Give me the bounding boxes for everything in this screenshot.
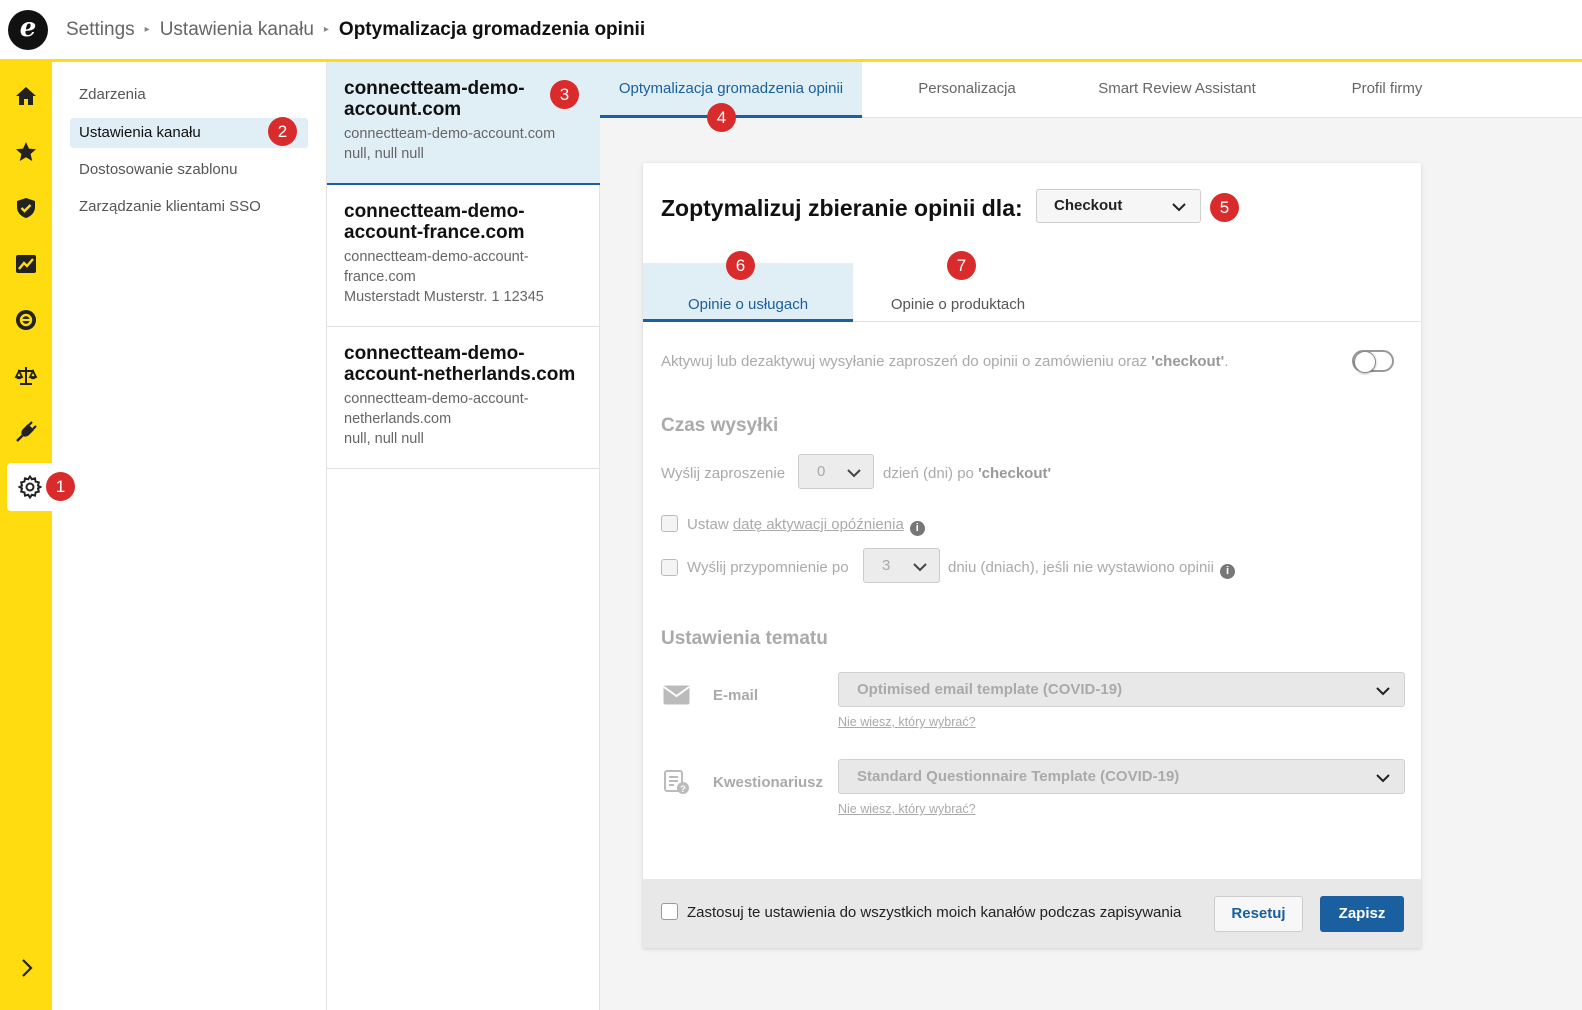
trusted-logo[interactable]: e <box>8 9 48 50</box>
send-after-text: dzień (dni) po 'checkout' <box>883 465 1052 482</box>
home-icon[interactable] <box>0 72 52 120</box>
chevron-down-icon <box>1376 774 1390 783</box>
chevron-down-icon <box>1376 687 1390 696</box>
plug-icon[interactable] <box>0 408 52 456</box>
reset-button[interactable]: Resetuj <box>1214 896 1303 932</box>
activation-text: Aktywuj lub dezaktywuj wysyłanie zaprosz… <box>661 353 1229 370</box>
channel-list: connectteam-demo-account.com connectteam… <box>327 62 600 1010</box>
settings-nav: Zdarzenia Ustawienia kanału Dostosowanie… <box>52 62 327 1010</box>
apply-all-checkbox[interactable] <box>661 903 678 920</box>
reminder-after-text: dniu (dniach), jeśli nie wystawiono opin… <box>948 559 1235 579</box>
chevron-down-icon <box>1172 203 1186 212</box>
delay-activation-label: Ustaw datę aktywacji opóźnienia i <box>687 516 925 536</box>
step-marker: 6 <box>726 251 755 280</box>
save-button[interactable]: Zapisz <box>1320 896 1404 932</box>
chart-icon[interactable] <box>0 240 52 288</box>
svg-text:?: ? <box>680 784 686 794</box>
star-icon[interactable] <box>0 128 52 176</box>
step-marker: 2 <box>268 117 297 146</box>
channel-name: connectteam-demo-account-france.com <box>344 201 525 243</box>
channel-address: Musterstadt Musterstr. 1 12345 <box>344 289 544 305</box>
channel-item[interactable]: connectteam-demo-account-netherlands.com… <box>327 327 600 469</box>
delay-activation-checkbox[interactable] <box>661 515 678 532</box>
email-label: E-mail <box>713 687 759 704</box>
send-time-heading: Czas wysyłki <box>661 415 779 436</box>
email-template-select[interactable]: Optimised email template (COVID-19) <box>838 672 1405 707</box>
card-title: Zoptymalizuj zbieranie opinii dla: <box>661 195 1023 221</box>
breadcrumb: Settings ▸ Ustawienia kanału ▸ Optymaliz… <box>66 19 645 41</box>
chevron-right-icon[interactable] <box>0 944 52 992</box>
breadcrumb-separator-icon: ▸ <box>144 24 150 35</box>
channel-name: connectteam-demo-account.com <box>344 78 525 120</box>
channel-name: connectteam-demo-account-netherlands.com <box>344 343 576 385</box>
activation-toggle[interactable] <box>1352 350 1394 373</box>
nav-item-sso[interactable]: Zarządzanie klientami SSO <box>70 192 308 222</box>
theme-settings-heading: Ustawienia tematu <box>661 628 828 649</box>
icon-rail <box>0 62 53 1010</box>
nav-item-events[interactable]: Zdarzenia <box>70 80 308 110</box>
channel-address: null, null null <box>344 146 424 162</box>
settings-tabs: Optymalizacja gromadzenia opinii Persona… <box>600 62 1582 118</box>
breadcrumb-current: Optymalizacja gromadzenia opinii <box>338 18 646 40</box>
trusted-logo-icon[interactable] <box>0 296 52 344</box>
questionnaire-template-select[interactable]: Standard Questionnaire Template (COVID-1… <box>838 759 1405 794</box>
info-icon[interactable]: i <box>909 521 925 536</box>
channel-item[interactable]: connectteam-demo-account-france.com conn… <box>327 185 600 327</box>
chevron-down-icon <box>913 563 927 572</box>
scales-icon[interactable] <box>0 352 52 400</box>
card-footer: Zastosuj te ustawienia do wszystkich moi… <box>643 879 1421 948</box>
reminder-checkbox[interactable] <box>661 559 678 576</box>
reminder-days-select[interactable]: 3 <box>863 548 940 583</box>
questionnaire-icon: ? <box>664 770 689 794</box>
step-marker: 1 <box>46 472 75 501</box>
channel-address: null, null null <box>344 431 424 447</box>
shield-icon[interactable] <box>0 184 52 232</box>
tab-company-profile[interactable]: Profil firmy <box>1282 62 1492 118</box>
email-icon <box>663 685 690 705</box>
tab-personalization[interactable]: Personalizacja <box>862 62 1072 118</box>
send-invitation-label: Wyślij zaproszenie <box>661 465 786 482</box>
apply-all-label: Zastosuj te ustawienia do wszystkich moi… <box>687 904 1182 921</box>
top-header: e Settings ▸ Ustawienia kanału ▸ Optymal… <box>0 0 1582 62</box>
breadcrumb-channel-settings[interactable]: Ustawienia kanału <box>160 19 314 41</box>
chevron-down-icon <box>847 469 861 478</box>
step-marker: 4 <box>707 103 736 132</box>
channel-url: connectteam-demo-account-netherlands.com <box>344 391 529 427</box>
review-type-tabs: Opinie o usługach Opinie o produktach <box>643 263 1421 322</box>
channel-url: connectteam-demo-account.com <box>344 126 556 142</box>
nav-item-template[interactable]: Dostosowanie szablonu <box>70 155 308 185</box>
breadcrumb-separator-icon: ▸ <box>323 24 329 35</box>
questionnaire-label: Kwestionariusz <box>713 774 824 791</box>
step-marker: 5 <box>1210 193 1239 222</box>
email-help-link[interactable]: Nie wiesz, który wybrać? <box>838 715 976 729</box>
tab-smart-review-assistant[interactable]: Smart Review Assistant <box>1072 62 1282 118</box>
optimization-card: Zoptymalizuj zbieranie opinii dla: Check… <box>643 163 1421 948</box>
reminder-label: Wyślij przypomnienie po <box>687 559 849 576</box>
step-marker: 7 <box>947 251 976 280</box>
info-icon[interactable]: i <box>1219 564 1235 579</box>
channel-url: connectteam-demo-account-france.com <box>344 249 529 285</box>
delay-activation-link[interactable]: datę aktywacji opóźnienia <box>733 516 904 533</box>
breadcrumb-settings[interactable]: Settings <box>66 19 135 41</box>
send-days-select[interactable]: 0 <box>798 454 874 489</box>
event-type-select[interactable]: Checkout <box>1036 189 1201 223</box>
step-marker: 3 <box>550 80 579 109</box>
questionnaire-help-link[interactable]: Nie wiesz, który wybrać? <box>838 802 976 816</box>
